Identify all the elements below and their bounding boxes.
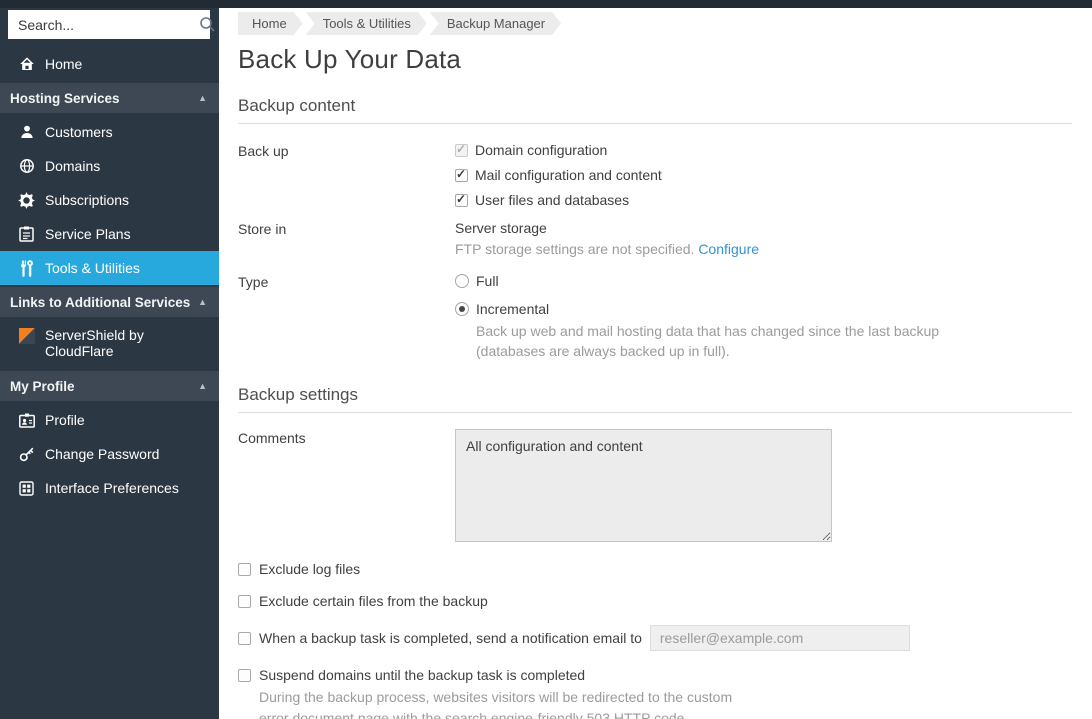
form-row-store-in: Store in Server storage FTP storage sett…	[238, 220, 1072, 257]
sidebar-item-profile[interactable]: Profile	[0, 403, 219, 437]
sidebar-item-label: Customers	[45, 124, 113, 140]
sidebar: Home Hosting Services ▲ Customers Domain…	[0, 8, 219, 719]
sidebar-item-label: Home	[45, 56, 82, 72]
collapse-caret-icon: ▲	[198, 381, 207, 391]
configure-link[interactable]: Configure	[698, 241, 759, 257]
sidebar-item-service-plans[interactable]: Service Plans	[0, 217, 219, 251]
checkbox-label: Mail configuration and content	[475, 167, 662, 183]
breadcrumb-backup-manager[interactable]: Backup Manager	[430, 12, 561, 35]
form-row-comments: Comments All configuration and content	[238, 429, 1072, 545]
radio-label: Full	[476, 273, 499, 289]
section-heading-backup-content: Backup content	[238, 96, 1072, 124]
sidebar-item-label: ServerShield by CloudFlare	[45, 327, 165, 359]
comments-label: Comments	[238, 429, 455, 545]
sidebar-item-label: Service Plans	[45, 226, 131, 242]
checkbox-label: When a backup task is completed, send a …	[259, 630, 642, 646]
sidebar-item-label: Tools & Utilities	[45, 260, 140, 276]
notification-email-input[interactable]	[650, 625, 910, 651]
exclude-log-checkbox[interactable]	[238, 563, 251, 576]
form-row-type: Type Full Incremental Back up web and ma…	[238, 273, 1072, 361]
checkbox-label: User files and databases	[475, 192, 629, 208]
sidebar-header-label: My Profile	[10, 379, 75, 394]
checkbox-row-suspend-domains: Suspend domains until the backup task is…	[238, 667, 1072, 683]
checkbox-row-mail-configuration: Mail configuration and content	[455, 167, 1072, 183]
checkbox-label: Exclude log files	[259, 561, 360, 577]
globe-icon	[18, 158, 35, 175]
sidebar-item-label: Change Password	[45, 446, 159, 462]
sidebar-item-subscriptions[interactable]: Subscriptions	[0, 183, 219, 217]
tools-icon	[18, 260, 35, 277]
checkbox-label: Suspend domains until the backup task is…	[259, 667, 585, 683]
breadcrumb-tools-utilities[interactable]: Tools & Utilities	[306, 12, 427, 35]
mail-configuration-checkbox[interactable]	[455, 169, 468, 182]
collapse-caret-icon: ▲	[198, 297, 207, 307]
sidebar-header-label: Links to Additional Services	[10, 295, 190, 310]
suspend-domains-checkbox[interactable]	[238, 669, 251, 682]
incremental-note: Back up web and mail hosting data that h…	[476, 321, 941, 361]
checkbox-label: Domain configuration	[475, 142, 607, 158]
top-bar	[0, 0, 1092, 8]
checkbox-row-notification-email: When a backup task is completed, send a …	[238, 625, 1072, 651]
badge-icon	[18, 412, 35, 429]
sidebar-item-label: Interface Preferences	[45, 480, 179, 496]
sidebar-item-change-password[interactable]: Change Password	[0, 437, 219, 471]
checkbox-row-user-files: User files and databases	[455, 192, 1072, 208]
search-icon[interactable]	[199, 16, 216, 33]
main-content: Home Tools & Utilities Backup Manager Ba…	[219, 8, 1092, 719]
exclude-files-checkbox[interactable]	[238, 595, 251, 608]
radio-row-full: Full	[455, 273, 1072, 289]
sidebar-item-label: Subscriptions	[45, 192, 129, 208]
collapse-caret-icon: ▲	[198, 93, 207, 103]
sidebar-header-hosting-services[interactable]: Hosting Services ▲	[0, 83, 219, 113]
checkbox-row-exclude-files: Exclude certain files from the backup	[238, 593, 1072, 609]
suspend-note: During the backup process, websites visi…	[259, 687, 764, 719]
settings-checkbox-group: Exclude log files Exclude certain files …	[238, 561, 1072, 719]
sidebar-header-my-profile[interactable]: My Profile ▲	[0, 371, 219, 401]
checkbox-row-exclude-log: Exclude log files	[238, 561, 1072, 577]
user-files-checkbox[interactable]	[455, 194, 468, 207]
grid-icon	[18, 480, 35, 497]
ftp-storage-note: FTP storage settings are not specified. …	[455, 241, 1072, 257]
gear-icon	[18, 192, 35, 209]
sidebar-item-label: Domains	[45, 158, 100, 174]
form-row-back-up: Back up Domain configuration Mail config…	[238, 142, 1072, 208]
key-icon	[18, 446, 35, 463]
radio-row-incremental: Incremental	[455, 301, 1072, 317]
checkbox-row-domain-configuration: Domain configuration	[455, 142, 1072, 158]
home-icon	[18, 56, 35, 73]
servershield-icon	[18, 327, 35, 344]
incremental-radio[interactable]	[455, 302, 469, 316]
full-radio[interactable]	[455, 274, 469, 288]
section-heading-backup-settings: Backup settings	[238, 385, 1072, 413]
clipboard-icon	[18, 226, 35, 243]
sidebar-item-home[interactable]: Home	[0, 47, 219, 81]
sidebar-header-links-additional[interactable]: Links to Additional Services ▲	[0, 287, 219, 317]
store-in-label: Store in	[238, 220, 455, 257]
comments-textarea[interactable]: All configuration and content	[455, 429, 832, 542]
sidebar-item-domains[interactable]: Domains	[0, 149, 219, 183]
breadcrumb-home[interactable]: Home	[238, 12, 303, 35]
notification-email-checkbox[interactable]	[238, 632, 251, 645]
sidebar-item-customers[interactable]: Customers	[0, 115, 219, 149]
person-icon	[18, 124, 35, 141]
ftp-note-text: FTP storage settings are not specified.	[455, 241, 694, 257]
search-box[interactable]	[8, 10, 210, 39]
breadcrumb: Home Tools & Utilities Backup Manager	[238, 12, 1072, 35]
sidebar-header-label: Hosting Services	[10, 91, 120, 106]
app-window: Home Hosting Services ▲ Customers Domain…	[0, 0, 1092, 719]
sidebar-item-servershield[interactable]: ServerShield by CloudFlare	[0, 319, 219, 369]
back-up-label: Back up	[238, 142, 455, 208]
sidebar-item-interface-preferences[interactable]: Interface Preferences	[0, 471, 219, 505]
sidebar-item-tools-utilities[interactable]: Tools & Utilities	[0, 251, 219, 285]
sidebar-item-label: Profile	[45, 412, 85, 428]
search-input[interactable]	[18, 17, 199, 33]
radio-label: Incremental	[476, 301, 549, 317]
domain-configuration-checkbox	[455, 144, 468, 157]
type-label: Type	[238, 273, 455, 361]
page-title: Back Up Your Data	[238, 44, 1072, 75]
store-in-value: Server storage	[455, 220, 1072, 236]
checkbox-label: Exclude certain files from the backup	[259, 593, 488, 609]
